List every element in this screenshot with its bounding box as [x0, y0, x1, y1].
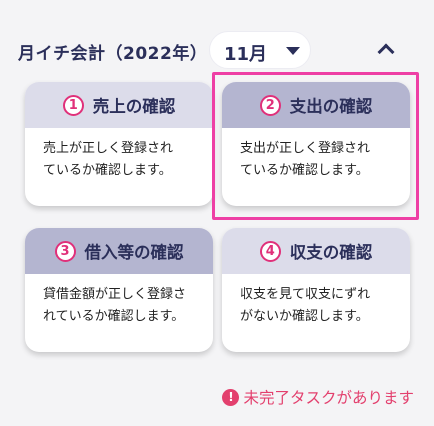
header-bar: 月イチ会計（2022年） 11月	[0, 30, 434, 70]
warning-text: 未完了タスクがあります	[243, 389, 414, 407]
number-badge: 3	[54, 240, 76, 262]
card-title: 借入等の確認	[84, 243, 184, 262]
card-title: 売上の確認	[92, 97, 176, 116]
card-loan-check[interactable]: 3 借入等の確認 貸借金額が正しく登録さ れているか確認します。	[25, 228, 213, 352]
card-header: 1 売上の確認	[25, 82, 213, 128]
card-header: 3 借入等の確認	[25, 228, 213, 274]
incomplete-tasks-warning: ! 未完了タスクがあります	[222, 386, 414, 408]
page-title: 月イチ会計（2022年）	[18, 44, 208, 64]
chevron-up-icon	[377, 43, 395, 61]
card-description: 売上が正しく登録され ているか確認します。	[43, 141, 174, 178]
exclamation-icon: !	[222, 388, 240, 406]
number-badge: 4	[259, 240, 281, 262]
card-sales-check[interactable]: 1 売上の確認 売上が正しく登録され ているか確認します。	[25, 82, 213, 206]
card-description: 貸借金額が正しく登録さ れているか確認します。	[43, 287, 187, 324]
month-select[interactable]: 11月	[209, 31, 311, 69]
month-value: 11月	[224, 44, 268, 65]
card-header: 4 収支の確認	[222, 228, 410, 274]
number-badge: 1	[62, 94, 84, 116]
collapse-button[interactable]	[372, 36, 402, 64]
caret-down-icon	[286, 47, 300, 55]
card-description: 収支を見て収支にずれ がないか確認します。	[240, 287, 371, 324]
selection-highlight	[212, 72, 419, 220]
card-balance-check[interactable]: 4 収支の確認 収支を見て収支にずれ がないか確認します。	[222, 228, 410, 352]
card-title: 収支の確認	[289, 243, 373, 262]
